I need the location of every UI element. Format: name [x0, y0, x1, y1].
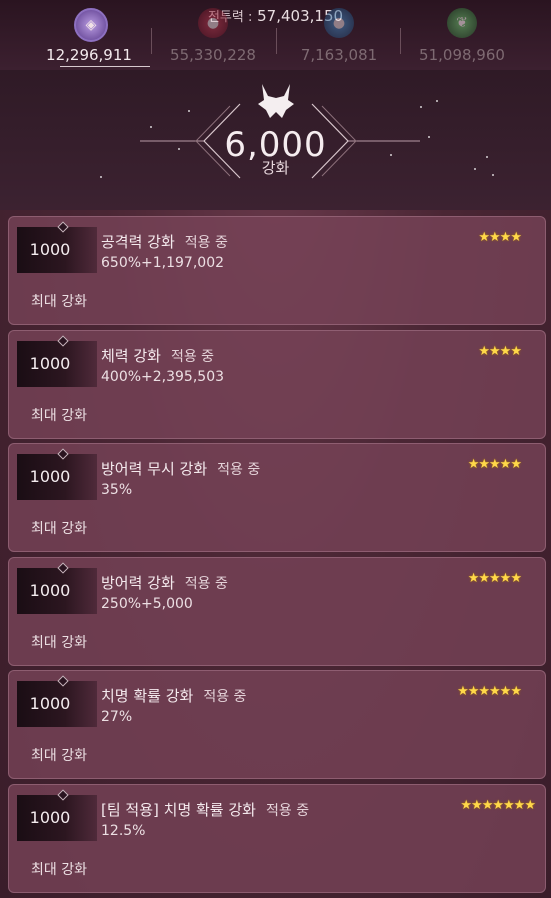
currency-value: 12,296,911	[46, 46, 132, 64]
currency-value: 51,098,960	[419, 46, 505, 64]
status-text: 적용 중	[217, 462, 261, 478]
enhance-name: 방어력 강화 적용 중	[101, 574, 228, 592]
max-enhance-label: 최대 강화	[31, 521, 87, 537]
enhance-name: 방어력 무시 강화 적용 중	[101, 460, 261, 478]
active-underline	[60, 66, 150, 67]
status-text: 적용 중	[170, 349, 215, 365]
enhance-card-team-crit-rate[interactable]: 1000 [팀 적용] 치명 확률 강화 적용 중 12.5% ★★★★★★★ 최…	[8, 784, 546, 893]
enhance-level-label: 강화	[261, 159, 290, 177]
enhance-name: [팀 적용] 치명 확률 강화 적용 중	[101, 801, 310, 819]
max-enhance-label: 최대 강화	[31, 408, 87, 424]
currency-tab-purple[interactable]: ◈ 12,296,911	[20, 0, 158, 70]
status-text: 적용 중	[184, 235, 228, 251]
enhance-stat: 250%+5,000	[101, 596, 193, 612]
star-rating: ★★★★★	[467, 571, 522, 586]
level-badge: 1000	[17, 335, 97, 387]
enhance-stat: 650%+1,197,002	[101, 255, 225, 271]
currency-tab-blue[interactable]: ● 7,163,081	[270, 0, 408, 70]
enhance-card-armor-pierce[interactable]: 1000 방어력 무시 강화 적용 중 35% ★★★★★ 최대 강화	[8, 443, 546, 552]
level-badge: 1000	[17, 789, 97, 841]
enhance-name: 치명 확률 강화 적용 중	[101, 687, 247, 705]
green-gem-icon: ❦	[447, 8, 477, 38]
enhance-card-crit-rate[interactable]: 1000 치명 확률 강화 적용 중 27% ★★★★★★ 최대 강화	[8, 670, 546, 779]
level-value: 1000	[29, 467, 71, 486]
max-enhance-label: 최대 강화	[31, 635, 87, 651]
level-value: 1000	[29, 694, 71, 713]
red-gem-icon: ●	[198, 8, 228, 38]
star-rating: ★★★★★★★	[460, 798, 536, 813]
level-badge: 1000	[17, 562, 97, 614]
level-value: 1000	[29, 354, 71, 373]
status-text: 적용 중	[184, 576, 228, 592]
enhance-name: 공격력 강화 적용 중	[101, 233, 228, 251]
max-enhance-label: 최대 강화	[31, 748, 87, 764]
level-badge: 1000	[17, 448, 97, 500]
level-value: 1000	[29, 808, 71, 827]
currency-tab-green[interactable]: ❦ 51,098,960	[393, 0, 531, 70]
star-rating: ★★★★	[478, 344, 522, 359]
level-badge: 1000	[17, 221, 97, 273]
star-rating: ★★★★	[478, 230, 522, 245]
level-badge: 1000	[17, 675, 97, 727]
max-enhance-label: 최대 강화	[31, 294, 87, 310]
enhance-stat: 27%	[101, 709, 133, 725]
status-text: 적용 중	[203, 689, 247, 705]
enhance-card-defense[interactable]: 1000 방어력 강화 적용 중 250%+5,000 ★★★★★ 최대 강화	[8, 557, 546, 666]
star-rating: ★★★★★★	[457, 684, 522, 699]
level-value: 1000	[29, 240, 71, 259]
currency-value: 7,163,081	[300, 46, 378, 64]
enhance-card-hp[interactable]: 1000 체력 강화 적용 중 400%+2,395,503 ★★★★ 최대 강화	[8, 330, 546, 439]
currency-tab-red[interactable]: ● 55,330,228	[144, 0, 282, 70]
enhance-card-attack[interactable]: 1000 공격력 강화 적용 중 650%+1,197,002 ★★★★ 최대 강…	[8, 216, 546, 325]
max-enhance-label: 최대 강화	[31, 862, 87, 878]
enhance-stat: 12.5%	[101, 823, 146, 839]
purple-gem-icon: ◈	[74, 8, 108, 42]
blue-gem-icon: ●	[324, 8, 354, 38]
dragon-crest-icon	[258, 84, 294, 118]
enhance-stat: 400%+2,395,503	[101, 369, 225, 385]
enhance-name: 체력 강화 적용 중	[101, 347, 215, 365]
enhance-stat: 35%	[101, 482, 133, 498]
status-text: 적용 중	[265, 803, 310, 819]
level-value: 1000	[29, 581, 71, 600]
currency-value: 55,330,228	[170, 46, 256, 64]
star-rating: ★★★★★	[467, 457, 522, 472]
